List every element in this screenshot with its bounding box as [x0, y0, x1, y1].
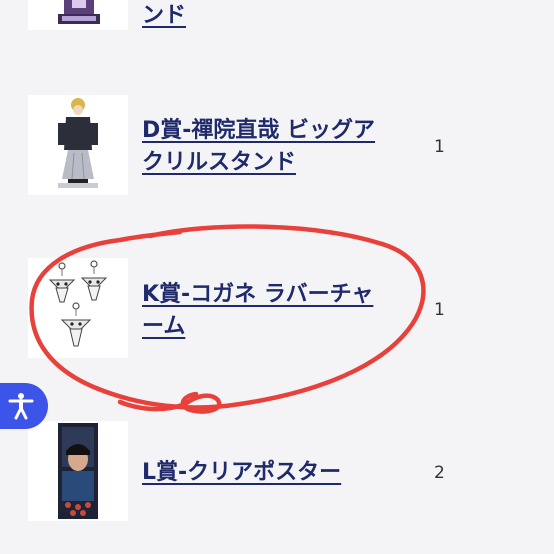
item-image-d-prize[interactable] [28, 95, 128, 195]
prize-name-link-l[interactable]: L賞-クリアポスター [142, 457, 341, 489]
prize-name-line1: L賞-クリアポスター [142, 460, 342, 485]
acrylic-stand-figure-image [28, 95, 128, 195]
accessibility-button[interactable] [0, 383, 48, 429]
order-items-list: ンド D賞-禪院直哉 ビッグア クリルスタンド 1 K賞-コガネ ラバーチャ ー… [0, 0, 554, 554]
prize-name-line1: ンド [142, 3, 187, 28]
quantity-value: 1 [434, 300, 445, 320]
clear-poster-image [28, 421, 128, 521]
prize-name-line2: クリルスタンド [142, 150, 297, 175]
item-image-l-prize[interactable] [28, 421, 128, 521]
accessibility-person-icon [8, 393, 34, 420]
prize-name-line2: ーム [142, 314, 186, 339]
prize-name-link-k[interactable]: K賞-コガネ ラバーチャ ーム [142, 279, 373, 343]
prize-name-line1: D賞-禪院直哉 ビッグア [142, 118, 376, 143]
prize-name-link-top[interactable]: ンド [142, 0, 186, 32]
rubber-charm-image [28, 258, 128, 358]
quantity-value: 1 [434, 137, 445, 157]
quantity-value: 2 [434, 463, 445, 483]
item-image-k-prize[interactable] [28, 258, 128, 358]
item-image-top[interactable] [28, 0, 128, 30]
prize-name-line1: K賞-コガネ ラバーチャ [142, 282, 374, 307]
acrylic-stand-figure-image [28, 0, 128, 30]
prize-name-link-d[interactable]: D賞-禪院直哉 ビッグア クリルスタンド [142, 115, 375, 179]
